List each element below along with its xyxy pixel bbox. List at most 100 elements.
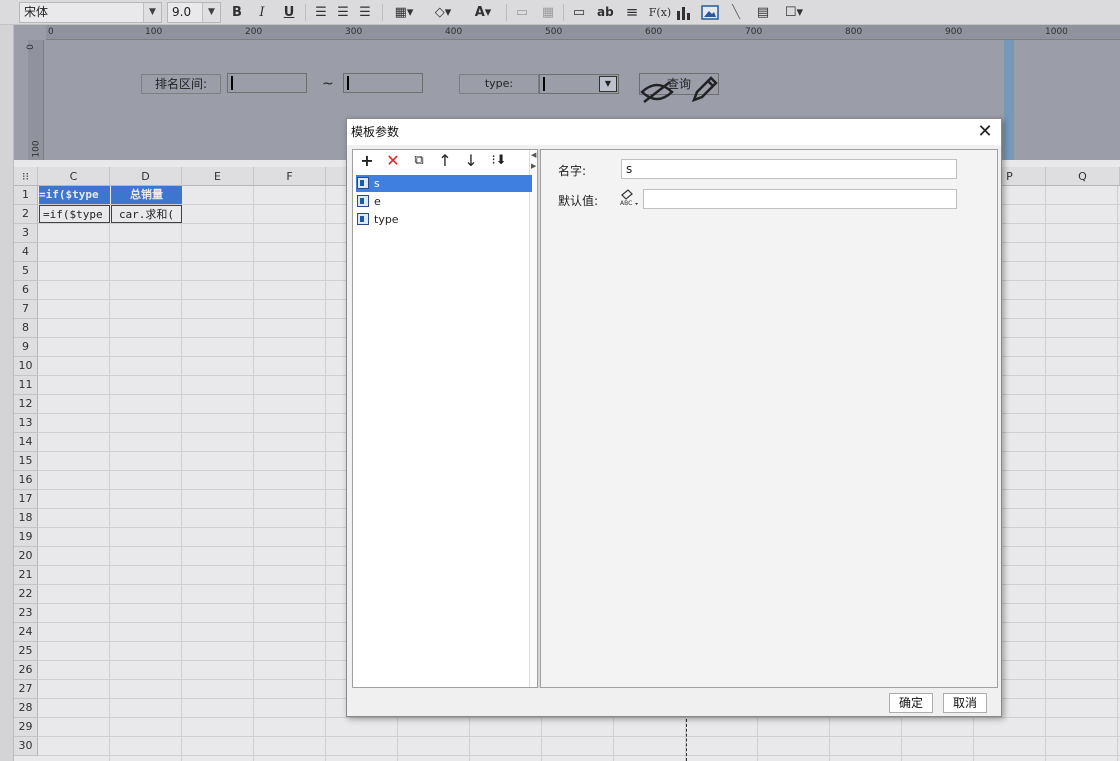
image-icon[interactable] <box>701 3 719 22</box>
row-header[interactable]: 25 <box>14 642 38 661</box>
row-header[interactable]: 5 <box>14 262 38 281</box>
vertical-ruler: 0 100 <box>26 40 44 160</box>
parameter-icon <box>357 213 369 225</box>
cell-d2[interactable]: car.求和( <box>111 205 182 223</box>
row-header[interactable]: 18 <box>14 509 38 528</box>
row-header[interactable]: 16 <box>14 471 38 490</box>
row-header[interactable]: 6 <box>14 281 38 300</box>
formula-button[interactable]: F(x) <box>648 3 672 22</box>
paragraph-icon[interactable]: ≡ <box>624 3 640 22</box>
name-input[interactable]: s <box>621 159 957 179</box>
row-header[interactable]: 27 <box>14 680 38 699</box>
row-header[interactable]: 12 <box>14 395 38 414</box>
range-tilde: ~ <box>322 76 334 92</box>
grid-row-line <box>38 755 1120 756</box>
italic-button[interactable]: I <box>254 3 270 22</box>
row-header[interactable]: 7 <box>14 300 38 319</box>
cell-d1[interactable]: 总销量 <box>111 186 182 204</box>
row-header[interactable]: 1 <box>14 186 38 205</box>
align-center-icon[interactable]: ☰ <box>335 3 351 22</box>
param-item-type[interactable]: type <box>356 211 532 228</box>
align-right-icon[interactable]: ☰ <box>357 3 373 22</box>
name-label: 名字: <box>558 164 587 178</box>
move-up-icon[interactable]: ↑ <box>435 151 455 171</box>
range-start-input[interactable] <box>227 73 307 93</box>
row-header[interactable]: 19 <box>14 528 38 547</box>
cell-border-icon[interactable]: ☐▾ <box>781 3 807 22</box>
column-header[interactable]: F <box>254 167 326 186</box>
param-detail-pane: 名字: s 默认值: ABC <box>540 149 998 688</box>
row-header[interactable]: 10 <box>14 357 38 376</box>
row-header[interactable]: 3 <box>14 224 38 243</box>
row-header[interactable]: 8 <box>14 319 38 338</box>
range-end-input[interactable] <box>343 73 423 93</box>
parameter-icon <box>357 177 369 189</box>
row-header[interactable]: 30 <box>14 737 38 756</box>
row-header[interactable]: 2 <box>14 205 38 224</box>
freeze-icon[interactable]: ▭ <box>514 3 530 22</box>
default-value-input[interactable] <box>643 189 957 209</box>
cell-c1[interactable]: =if($type <box>39 186 110 204</box>
row-header[interactable]: 15 <box>14 452 38 471</box>
row-header[interactable]: 29 <box>14 718 38 737</box>
row-header[interactable]: 11 <box>14 376 38 395</box>
bold-button[interactable]: B <box>229 3 245 22</box>
row-header[interactable]: 9 <box>14 338 38 357</box>
font-family-select[interactable]: 宋体 ▼ <box>19 2 162 23</box>
chart-icon[interactable] <box>676 3 692 22</box>
param-item-s[interactable]: s <box>356 175 532 192</box>
cell-c2[interactable]: =if($type = <box>39 205 110 223</box>
add-icon[interactable]: + <box>357 151 377 171</box>
fill-color-icon[interactable]: ◇▾ <box>428 3 458 22</box>
column-header[interactable]: C <box>38 167 110 186</box>
delete-icon[interactable]: ✕ <box>383 151 403 171</box>
toolbar-divider <box>382 4 383 21</box>
format-toolbar: 宋体 ▼ 9.0 ▼ B I U ☰ ☰ ☰ ▦▾ ◇▾ A▾ ▭ ▦ ▭ ab… <box>0 0 1120 25</box>
row-header[interactable]: 20 <box>14 547 38 566</box>
underline-button[interactable]: U <box>281 3 297 22</box>
row-header[interactable]: 22 <box>14 585 38 604</box>
ruler-label: 300 <box>345 27 363 37</box>
row-header[interactable]: 21 <box>14 566 38 585</box>
hidden-eye-icon <box>640 80 674 104</box>
close-icon[interactable]: ✕ <box>975 122 995 142</box>
ok-button[interactable]: 确定 <box>889 693 933 713</box>
row-header[interactable]: 13 <box>14 414 38 433</box>
row-header[interactable]: 23 <box>14 604 38 623</box>
edit-pencil-icon[interactable] <box>690 74 720 104</box>
list-scrollbar[interactable]: ◀ ▶ <box>529 150 537 687</box>
sort-icon[interactable]: ⁝⬇ <box>487 151 511 171</box>
row-header[interactable]: 14 <box>14 433 38 452</box>
column-header[interactable]: Q <box>1046 167 1120 186</box>
row-header[interactable]: 28 <box>14 699 38 718</box>
cancel-button[interactable]: 取消 <box>943 693 987 713</box>
type-select[interactable]: ▼ <box>539 74 619 94</box>
column-header[interactable]: D <box>110 167 182 186</box>
move-down-icon[interactable]: ↓ <box>461 151 481 171</box>
ab-text-button[interactable]: ab <box>597 3 614 22</box>
column-header[interactable]: E <box>182 167 254 186</box>
dropdown-icon: ▼ <box>599 76 617 92</box>
row-header[interactable]: 24 <box>14 623 38 642</box>
row-header[interactable]: 26 <box>14 661 38 680</box>
align-left-icon[interactable]: ☰ <box>313 3 329 22</box>
text-type-icon[interactable]: ABC <box>619 188 641 208</box>
subreport-icon[interactable]: ▤ <box>755 3 771 22</box>
copy-icon[interactable]: ⧉ <box>409 151 429 171</box>
border-icon[interactable]: ▦▾ <box>389 3 419 22</box>
ruler-label: 100 <box>145 27 163 37</box>
grid-column-line <box>109 186 110 761</box>
select-all-corner[interactable]: ⁝⁝ <box>14 167 38 186</box>
slash-icon[interactable]: ╲ <box>728 3 744 22</box>
grid-row-line <box>38 717 1120 718</box>
merge-cells-icon[interactable]: ▦ <box>540 3 556 22</box>
param-name: s <box>374 177 380 190</box>
row-header[interactable]: 4 <box>14 243 38 262</box>
text-field-icon[interactable]: ▭ <box>571 3 587 22</box>
text-color-button[interactable]: A▾ <box>468 3 498 22</box>
param-item-e[interactable]: e <box>356 193 532 210</box>
range-label: 排名区间: <box>141 74 221 94</box>
row-header[interactable]: 17 <box>14 490 38 509</box>
font-size-select[interactable]: 9.0 ▼ <box>167 2 221 23</box>
ruler-label: 0 <box>48 27 54 37</box>
